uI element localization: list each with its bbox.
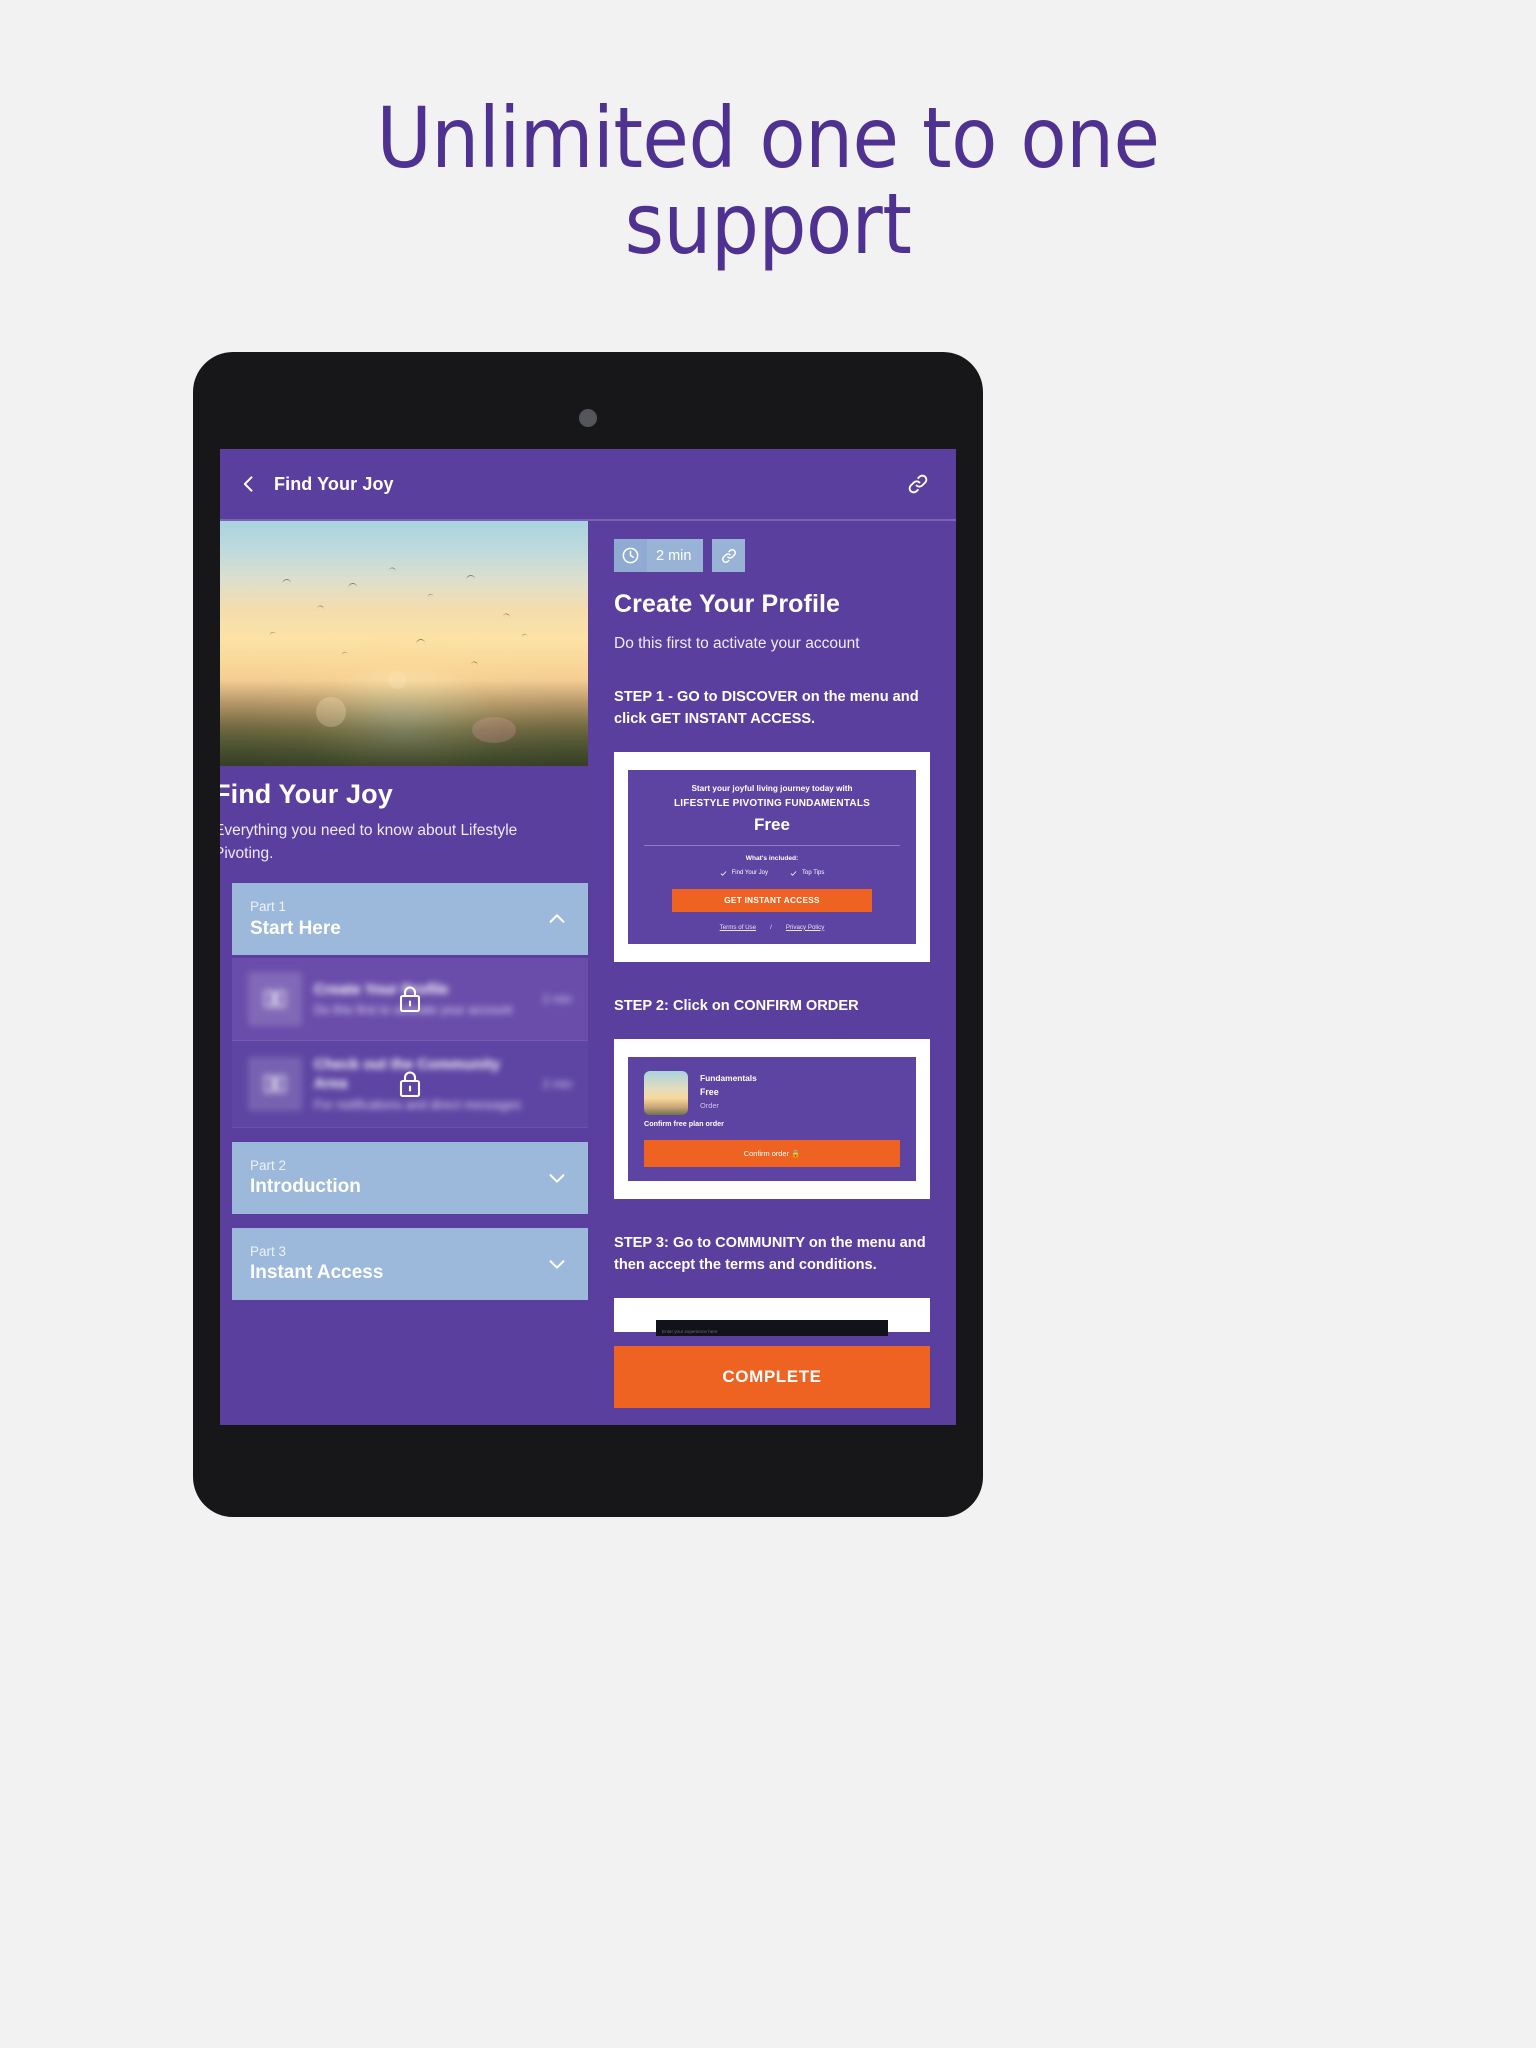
step-3-instruction: STEP 3: Go to COMMUNITY on the menu and … (614, 1235, 926, 1273)
app-screen: Find Your Joy Find Your Joy Everything y… (220, 449, 956, 1425)
lock-icon (397, 984, 423, 1014)
chevron-up-icon[interactable] (546, 908, 568, 930)
divider (644, 845, 900, 847)
footer-separator: / (770, 923, 772, 931)
app-bar-left: Find Your Joy (238, 473, 394, 495)
page-headline: Unlimited one to one support (0, 0, 1536, 267)
lesson-duration: 2 min (542, 992, 572, 1007)
feature-label: Find Your Joy (731, 870, 768, 877)
terms-of-use-link: Terms of Use (719, 923, 757, 931)
pricing-feature-list: Find Your Joy Top Tips (644, 870, 900, 878)
lesson-detail-subtitle: Do this first to activate your account (614, 635, 860, 652)
course-header: Find Your Joy Everything you need to kno… (220, 766, 588, 883)
order-price: Free (700, 1087, 719, 1098)
section-name-label: Instant Access (250, 1262, 384, 1284)
step-1-instruction: STEP 1 - GO to DISCOVER on the menu and … (614, 689, 919, 727)
clock-icon (614, 539, 647, 572)
lesson-detail-pane[interactable]: 2 min Create Your Profile Do this first … (588, 521, 956, 1425)
lesson-name: Create Your Profile (314, 980, 449, 998)
field-placeholder: Enter your experience here (662, 1329, 718, 1335)
text-input-field: Enter your experience here (656, 1320, 888, 1337)
lock-icon: 🔒 (791, 1149, 801, 1159)
check-icon (720, 871, 726, 877)
screenshot-confirm-order: Fundamentals Free Order Confirm free pla… (614, 1039, 930, 1200)
course-subtitle: Everything you need to know about Lifest… (220, 821, 518, 862)
section-part-label: Part 3 (250, 1243, 287, 1259)
chevron-left-icon[interactable] (238, 473, 260, 495)
chevron-down-icon[interactable] (546, 1167, 568, 1189)
lesson-row[interactable]: Check out the Community Area For notific… (232, 1041, 588, 1128)
duration-badge: 2 min (614, 539, 704, 572)
section-header-part-1[interactable]: Part 1 Start Here (232, 883, 588, 956)
confirm-free-plan-label: Confirm free plan order (644, 1119, 724, 1129)
section-name-label: Start Here (250, 917, 341, 939)
headline-line-2: support (624, 174, 912, 273)
check-icon (790, 871, 797, 877)
pricing-product-name: LIFESTYLE PIVOTING FUNDAMENTALS (673, 798, 870, 810)
product-thumbnail (644, 1071, 688, 1116)
lock-icon (397, 1069, 423, 1099)
app-bar-title: Find Your Joy (274, 473, 394, 494)
section-header-part-2[interactable]: Part 2 Introduction (232, 1141, 588, 1214)
lesson-meta-badges: 2 min (614, 539, 930, 572)
duration-badge-label: 2 min (656, 547, 692, 564)
list-item: Find Your Joy (720, 870, 768, 878)
app-bar: Find Your Joy (220, 449, 956, 521)
screenshot-pricing-page: Start your joyful living journey today w… (614, 752, 930, 962)
section-name-label: Introduction (250, 1176, 361, 1198)
pricing-price: Free (754, 815, 790, 835)
lesson-detail-title: Create Your Profile (614, 590, 841, 618)
front-camera-icon (579, 409, 597, 427)
screenshot-community-terms: Enter your experience here (614, 1298, 930, 1337)
course-title: Find Your Joy (220, 779, 393, 809)
section-part-label: Part 2 (250, 1157, 287, 1173)
lesson-duration: 2 min (542, 1077, 572, 1091)
lesson-row[interactable]: Create Your Profile Do this first to act… (232, 958, 588, 1042)
tablet-frame: Find Your Joy Find Your Joy Everything y… (193, 352, 983, 1517)
complete-button[interactable]: COMPLETE (614, 1346, 930, 1409)
section-header-part-3[interactable]: Part 3 Instant Access (232, 1227, 588, 1300)
section-part-label: Part 1 (250, 899, 287, 915)
course-hero-image (220, 521, 588, 766)
order-product-name: Fundamentals (700, 1073, 757, 1084)
step-2-instruction: STEP 2: Click on CONFIRM ORDER (614, 997, 859, 1014)
get-instant-access-button: GET INSTANT ACCESS (672, 888, 872, 912)
book-icon (248, 1057, 302, 1111)
book-icon (248, 972, 302, 1027)
privacy-policy-link: Privacy Policy (785, 923, 825, 931)
confirm-order-label: Confirm order (743, 1149, 789, 1159)
link-icon[interactable] (712, 539, 746, 572)
link-icon[interactable] (906, 472, 930, 496)
feature-label: Top Tips (802, 870, 825, 877)
headline-line-1: Unlimited one to one (376, 89, 1160, 187)
pricing-tagline: Start your joyful living journey today w… (691, 784, 853, 794)
list-item: Top Tips (790, 870, 824, 878)
lesson-description: For notifications and direct messages (314, 1097, 522, 1112)
tablet-mockup: Find Your Joy Find Your Joy Everything y… (193, 352, 983, 1517)
pricing-included-label: What's included: (745, 855, 799, 863)
confirm-order-button: Confirm order 🔒 (644, 1140, 900, 1168)
chevron-down-icon[interactable] (546, 1253, 568, 1275)
course-outline-pane[interactable]: Find Your Joy Everything you need to kno… (220, 521, 588, 1425)
order-label: Order (700, 1101, 719, 1111)
content-panes: Find Your Joy Everything you need to kno… (220, 521, 956, 1425)
pricing-footer-links: Terms of Use / Privacy Policy (644, 924, 900, 931)
